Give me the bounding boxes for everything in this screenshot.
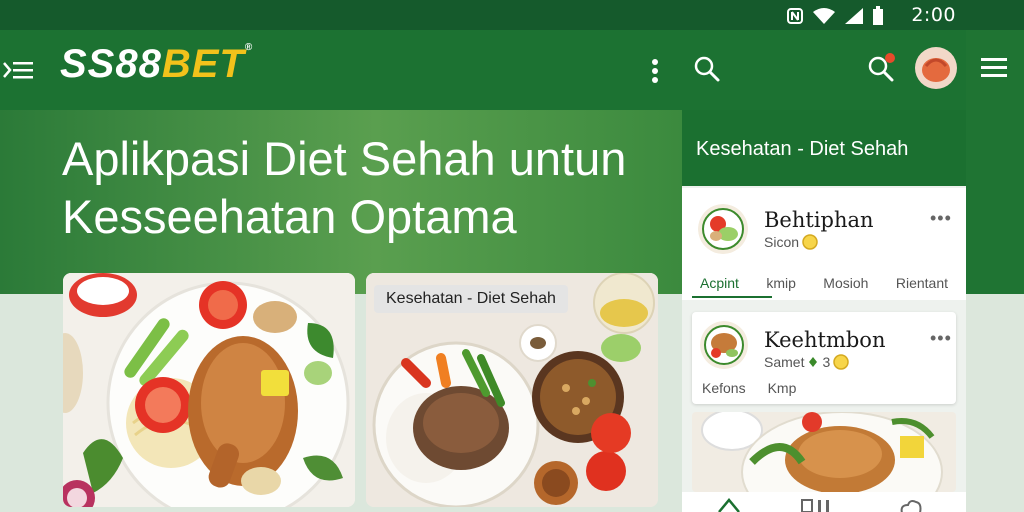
outer-right-background	[966, 294, 1024, 512]
profile-avatar	[700, 321, 748, 369]
logo-mark: ®	[244, 42, 254, 53]
status-bar: 2:00	[0, 0, 1024, 30]
profile-avatar	[698, 204, 748, 254]
leaf-icon	[809, 357, 818, 367]
status-time: 2:00	[911, 4, 956, 26]
more-options-icon[interactable]: •••	[930, 328, 952, 349]
search-icon[interactable]	[692, 54, 722, 84]
hero-title-line-1: Aplikpasi Diet Sehah untun	[62, 132, 627, 185]
hero-title-line-2: Kesseehatan Optama	[62, 190, 517, 243]
profile-tab[interactable]: Rientant	[896, 275, 948, 291]
profile-card[interactable]: Behtiphan Sicon ••• Acpint kmip Mosioh R…	[682, 188, 966, 300]
battery-icon	[873, 6, 883, 25]
profile-tab[interactable]: Acpint	[700, 275, 739, 291]
nfc-icon	[787, 8, 803, 24]
profile-subtitle-text: Sicon	[764, 234, 800, 250]
profile-tabs: Acpint kmip Mosioh Rientant	[682, 275, 966, 291]
profile-card[interactable]: Keehtmbon Samet 3 ••• Kefons Kmp	[692, 312, 956, 404]
wifi-icon	[813, 8, 835, 24]
logo-main: SS88	[60, 42, 162, 86]
hamburger-icon[interactable]	[981, 57, 1007, 79]
panel-top-bar	[682, 30, 966, 110]
active-tab-indicator	[692, 296, 772, 298]
food-image-chicken-plate	[63, 273, 355, 507]
card-category-chip: Kesehatan - Diet Sehah	[374, 285, 568, 313]
app-bar: SS88BET®	[0, 30, 682, 110]
status-icons	[786, 6, 884, 26]
notification-search-icon[interactable]	[866, 52, 896, 82]
logo-accent: BET	[161, 42, 245, 86]
coin-icon	[802, 234, 818, 250]
signal-icon	[845, 8, 863, 24]
hero-title: Aplikpasi Diet Sehah untun Kesseehatan O…	[62, 130, 682, 246]
food-image-roast-chicken	[692, 412, 956, 492]
cloud-icon[interactable]	[898, 497, 924, 512]
profile-subtitle: Samet 3	[764, 354, 850, 370]
profile-count: 3	[822, 354, 831, 370]
profile-tab[interactable]: Mosioh	[823, 275, 868, 291]
profile-tab[interactable]: Kefons	[702, 380, 746, 396]
profile-tab[interactable]: kmip	[766, 275, 796, 291]
panel-header: Kesehatan - Diet Sehah	[682, 110, 966, 186]
panel-title: Kesehatan - Diet Sehah	[696, 138, 909, 160]
food-card[interactable]: Kesehatan - Diet Sehah	[366, 273, 658, 507]
profile-name: Behtiphan	[764, 208, 874, 232]
coin-icon	[833, 354, 850, 370]
food-card[interactable]	[63, 273, 355, 507]
avatar[interactable]	[914, 46, 958, 90]
profile-tab[interactable]: Kmp	[768, 380, 797, 396]
more-options-icon[interactable]: •••	[930, 208, 952, 229]
profile-subtitle: Sicon	[764, 234, 818, 250]
kebab-icon[interactable]	[650, 56, 660, 86]
profile-tabs: Kefons Kmp	[702, 380, 796, 396]
app-logo[interactable]: SS88BET®	[60, 42, 253, 87]
menu-icon[interactable]	[2, 55, 36, 85]
bottom-navigation	[682, 492, 966, 512]
home-icon[interactable]	[716, 496, 742, 512]
profile-subtitle-text: Samet	[764, 354, 805, 370]
panel-food-thumbnail[interactable]	[692, 412, 956, 492]
list-icon[interactable]	[800, 498, 836, 512]
profile-name: Keehtmbon	[764, 328, 886, 352]
